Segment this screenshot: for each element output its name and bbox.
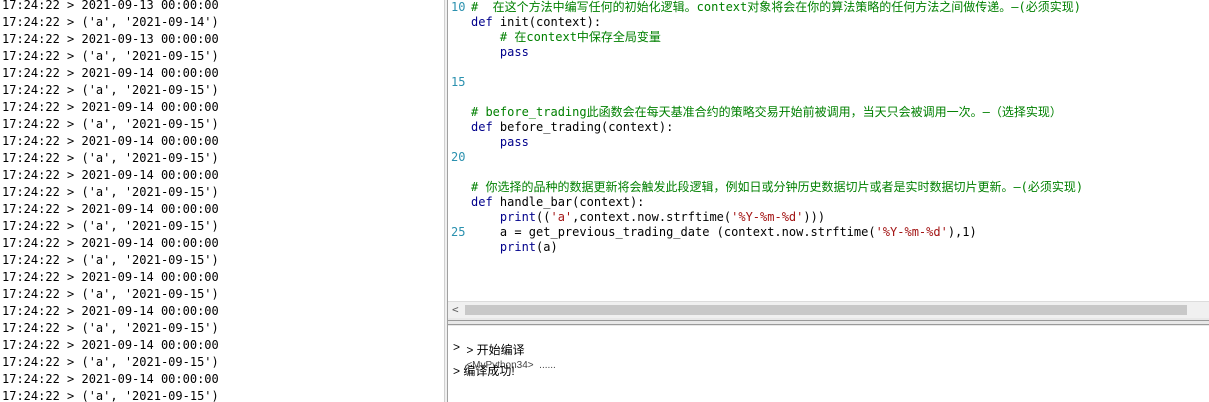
log-line: 17:24:22 > ('a', '2021-09-15') xyxy=(2,389,219,402)
log-line: 17:24:22 > ('a', '2021-09-15') xyxy=(2,83,219,97)
code-line: # 在context中保存全局变量 xyxy=(471,30,661,44)
output-panel: > 开始编译 <MyPython34> ...... > > 编译成功! xyxy=(448,326,1209,402)
log-line: 17:24:22 > 2021-09-13 00:00:00 xyxy=(2,0,219,12)
log-line: 17:24:22 > 2021-09-14 00:00:00 xyxy=(2,372,219,386)
log-line: 17:24:22 > ('a', '2021-09-15') xyxy=(2,117,219,131)
compile-start-text: > 开始编译 xyxy=(466,343,525,357)
code-editor[interactable]: 10 15 20 25 # 在这个方法中编写任何的初始化逻辑。context对象… xyxy=(448,0,1209,301)
log-panel: 17:24:22 > 2021-09-13 00:00:00 17:24:22 >… xyxy=(0,0,444,402)
line-number: 20 xyxy=(451,150,466,164)
code-line: print(a) xyxy=(499,240,558,254)
code-line: print(('a',context.now.strftime('%Y-%m-%… xyxy=(499,210,826,224)
log-line: 17:24:22 > ('a', '2021-09-15') xyxy=(2,151,219,165)
log-line: 17:24:22 > ('a', '2021-09-15') xyxy=(2,321,219,335)
output-prompt: > xyxy=(453,340,461,354)
scroll-left-icon[interactable]: < xyxy=(452,303,459,316)
log-line: 17:24:22 > ('a', '2021-09-15') xyxy=(2,49,219,63)
output-line: > 开始编译 <MyPython34> ...... xyxy=(453,329,556,371)
code-line: # 你选择的品种的数据更新将会触发此段逻辑，例如日或分钟历史数据切片或者是实时数… xyxy=(471,180,1084,194)
log-line: 17:24:22 > 2021-09-14 00:00:00 xyxy=(2,100,219,114)
log-line: 17:24:22 > ('a', '2021-09-15') xyxy=(2,185,219,199)
compile-success-text: > 编译成功! xyxy=(453,364,515,378)
log-line: 17:24:22 > 2021-09-14 00:00:00 xyxy=(2,338,219,352)
log-line: 17:24:22 > 2021-09-14 00:00:00 xyxy=(2,236,219,250)
log-line: 17:24:22 > ('a', '2021-09-15') xyxy=(2,287,219,301)
code-line: def before_trading(context): xyxy=(471,120,674,134)
code-line: a = get_previous_trading_date (context.n… xyxy=(471,225,977,239)
code-line: pass xyxy=(499,45,529,59)
log-line: 17:24:22 > 2021-09-14 00:00:00 xyxy=(2,304,219,318)
horizontal-splitter[interactable] xyxy=(448,318,1209,326)
log-line: 17:24:22 > ('a', '2021-09-15') xyxy=(2,355,219,369)
log-line: 17:24:22 > 2021-09-14 00:00:00 xyxy=(2,168,219,182)
code-line: pass xyxy=(499,135,529,149)
line-number: 25 xyxy=(451,225,466,239)
line-number: 10 xyxy=(451,0,466,14)
line-number: 15 xyxy=(451,75,466,89)
log-line: 17:24:22 > 2021-09-14 00:00:00 xyxy=(2,270,219,284)
code-line: # 在这个方法中编写任何的初始化逻辑。context对象将会在你的算法策略的任何… xyxy=(471,0,1081,14)
log-line: 17:24:22 > 2021-09-14 00:00:00 xyxy=(2,134,219,148)
log-line: 17:24:22 > 2021-09-14 00:00:00 xyxy=(2,66,219,80)
log-line: 17:24:22 > ('a', '2021-09-15') xyxy=(2,253,219,267)
scroll-thumb[interactable] xyxy=(465,305,1187,315)
log-line: 17:24:22 > ('a', '2021-09-15') xyxy=(2,219,219,233)
code-line: def init(context): xyxy=(471,15,602,29)
code-line: def handle_bar(context): xyxy=(471,195,645,209)
code-line: # before_trading此函数会在每天基准合约的策略交易开始前被调用，当… xyxy=(471,105,1062,119)
line-number-gutter: 10 15 20 25 xyxy=(448,0,468,301)
horizontal-scrollbar[interactable]: < xyxy=(448,301,1209,318)
log-line: 17:24:22 > ('a', '2021-09-14') xyxy=(2,15,219,29)
log-line: 17:24:22 > 2021-09-13 00:00:00 xyxy=(2,32,219,46)
log-line: 17:24:22 > 2021-09-14 00:00:00 xyxy=(2,202,219,216)
